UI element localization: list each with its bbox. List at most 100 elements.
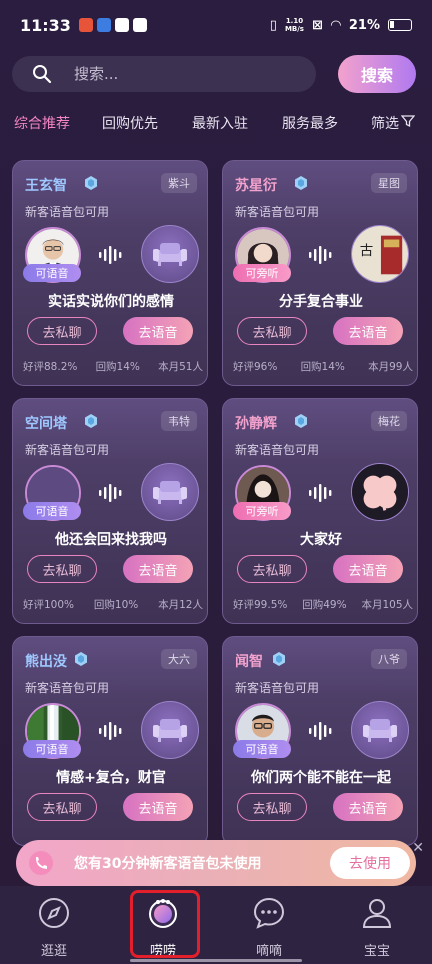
advisor-headline: 你们两个能不能在一起 — [251, 770, 391, 786]
advisor-headline: 情感+复合，财官 — [56, 770, 166, 786]
verified-badge-icon — [293, 175, 309, 191]
rating-stat: 好评96% — [233, 361, 278, 373]
new-customer-note: 新客语音包可用 — [25, 205, 110, 219]
method-tag: 星图 — [371, 173, 407, 193]
phone-icon — [29, 851, 53, 875]
status-right: ▯ 1.10 MB/s ⊠ ◠ 21% — [270, 17, 412, 33]
method-tag: 紫斗 — [161, 173, 197, 193]
advisor-stats: 好评88.2% 回购14% 本月51人 — [23, 359, 203, 374]
availability-pill: 可旁听 — [233, 264, 291, 282]
sound-wave-icon — [309, 483, 335, 503]
voice-call-button[interactable]: 去语音 — [123, 317, 193, 345]
rating-stat: 好评100% — [23, 599, 75, 611]
vibrate-icon: ▯ — [269, 17, 277, 33]
tab-filter-label: 筛选 — [371, 116, 399, 132]
advisor-headline: 分手复合事业 — [279, 294, 363, 310]
private-chat-button[interactable]: 去私聊 — [27, 317, 97, 345]
voice-call-button[interactable]: 去语音 — [333, 793, 403, 821]
advisor-card[interactable]: 苏星衍 星图 新客语音包可用 可旁听 古 分手复合事业 去私聊 去语音 好评96… — [222, 160, 418, 386]
advisor-name[interactable]: 熊出没 — [25, 651, 67, 671]
advisor-headline: 大家好 — [300, 532, 342, 548]
search-input[interactable] — [74, 65, 294, 83]
sofa-icon[interactable] — [351, 701, 409, 759]
rating-stat: 好评88.2% — [23, 361, 78, 373]
monthly-stat: 本月12人 — [158, 599, 203, 611]
notification-icons — [78, 18, 147, 32]
sofa-icon[interactable] — [141, 701, 199, 759]
app-notification-icon — [78, 18, 93, 32]
tab-recommended[interactable]: 综合推荐 — [14, 113, 70, 133]
sofa-icon[interactable] — [141, 225, 199, 283]
voice-call-button[interactable]: 去语音 — [333, 317, 403, 345]
tab-repurchase[interactable]: 回购优先 — [102, 113, 158, 133]
network-speed-unit: MB/s — [284, 25, 304, 33]
nav-label: 嘀嘀 — [255, 944, 282, 959]
sofa-icon[interactable] — [141, 463, 199, 521]
cover-image[interactable] — [351, 463, 409, 521]
user-icon — [362, 899, 392, 928]
voice-call-button[interactable]: 去语音 — [123, 555, 193, 583]
status-bar: 11:33 ▯ 1.10 MB/s ⊠ ◠ 21% — [0, 0, 432, 50]
banner-text: 您有30分钟新客语音包未使用 — [74, 856, 262, 872]
advisor-card[interactable]: 空间塔 韦特 新客语音包可用 可语音 他还会回来找我吗 去私聊 去语音 好评10… — [12, 398, 208, 624]
voice-call-button[interactable]: 去语音 — [123, 793, 193, 821]
advisor-name[interactable]: 王玄智 — [25, 175, 67, 195]
private-chat-button[interactable]: 去私聊 — [237, 555, 307, 583]
nav-item-profile[interactable]: 宝宝 — [347, 896, 407, 959]
nav-label: 逛逛 — [40, 944, 67, 959]
sound-wave-icon — [99, 245, 125, 265]
search-box[interactable] — [12, 56, 316, 92]
advisor-card[interactable]: 熊出没 大六 新客语音包可用 可语音 情感+复合，财官 去私聊 去语音 — [12, 636, 208, 846]
private-chat-button[interactable]: 去私聊 — [237, 317, 307, 345]
private-chat-button[interactable]: 去私聊 — [27, 793, 97, 821]
repurchase-stat: 回购49% — [302, 599, 347, 611]
advisor-headline: 他还会回来找我吗 — [55, 532, 167, 548]
verified-badge-icon — [73, 651, 89, 667]
highlight-box — [130, 890, 200, 958]
availability-pill: 可旁听 — [233, 502, 291, 520]
verified-badge-icon — [83, 413, 99, 429]
advisor-card[interactable]: 闻智 八爷 新客语音包可用 可语音 你们两个能不能在一起 去私聊 去语音 — [222, 636, 418, 846]
advisor-headline: 实话实说你们的感情 — [48, 294, 174, 310]
voice-package-banner[interactable]: 您有30分钟新客语音包未使用 去使用 — [16, 840, 416, 886]
advisor-card[interactable]: 王玄智 紫斗 新客语音包可用 可语音 实话实说你们的感情 去私聊 去语音 好评8… — [12, 160, 208, 386]
monthly-stat: 本月105人 — [361, 599, 413, 611]
method-tag: 韦特 — [161, 411, 197, 431]
availability-pill: 可语音 — [23, 264, 81, 282]
repurchase-stat: 回购10% — [93, 599, 139, 611]
use-now-button[interactable]: 去使用 — [330, 847, 410, 879]
new-customer-note: 新客语音包可用 — [235, 681, 320, 695]
private-chat-button[interactable]: 去私聊 — [237, 793, 307, 821]
advisor-name[interactable]: 孙静辉 — [235, 413, 277, 433]
cover-image[interactable]: 古 — [351, 225, 409, 283]
nav-label: 宝宝 — [363, 944, 390, 959]
advisor-name[interactable]: 空间塔 — [25, 413, 67, 433]
verified-badge-icon — [271, 651, 287, 667]
home-indicator — [130, 959, 302, 962]
availability-pill: 可语音 — [23, 740, 81, 758]
sound-wave-icon — [99, 483, 125, 503]
nav-item-browse[interactable]: 逛逛 — [24, 896, 84, 959]
advisor-name[interactable]: 苏星衍 — [235, 175, 277, 195]
search-row: 搜索 — [12, 54, 420, 94]
advisor-name[interactable]: 闻智 — [235, 651, 263, 671]
tab-most-service[interactable]: 服务最多 — [282, 113, 338, 133]
close-icon[interactable]: ✕ — [412, 840, 424, 856]
sound-wave-icon — [309, 721, 335, 741]
method-tag: 大六 — [161, 649, 197, 669]
tab-newest[interactable]: 最新入驻 — [192, 113, 248, 133]
repurchase-stat: 回购14% — [300, 361, 345, 373]
new-customer-note: 新客语音包可用 — [235, 205, 320, 219]
advisor-stats: 好评100% 回购10% 本月12人 — [23, 597, 203, 612]
availability-pill: 可语音 — [23, 502, 81, 520]
svg-text:古: 古 — [360, 243, 373, 259]
signal-off-icon: ⊠ — [311, 17, 323, 33]
private-chat-button[interactable]: 去私聊 — [27, 555, 97, 583]
nav-item-messages[interactable]: 嘀嘀 — [239, 896, 299, 959]
voice-call-button[interactable]: 去语音 — [333, 555, 403, 583]
search-button[interactable]: 搜索 — [338, 55, 416, 93]
new-customer-note: 新客语音包可用 — [25, 681, 110, 695]
advisor-card[interactable]: 孙静辉 梅花 新客语音包可用 可旁听 大家好 去私聊 去语音 好评99.5% 回… — [222, 398, 418, 624]
tab-filter[interactable]: 筛选 — [371, 113, 415, 133]
filter-tabs: 综合推荐 回购优先 最新入驻 服务最多 筛选 — [0, 108, 432, 138]
